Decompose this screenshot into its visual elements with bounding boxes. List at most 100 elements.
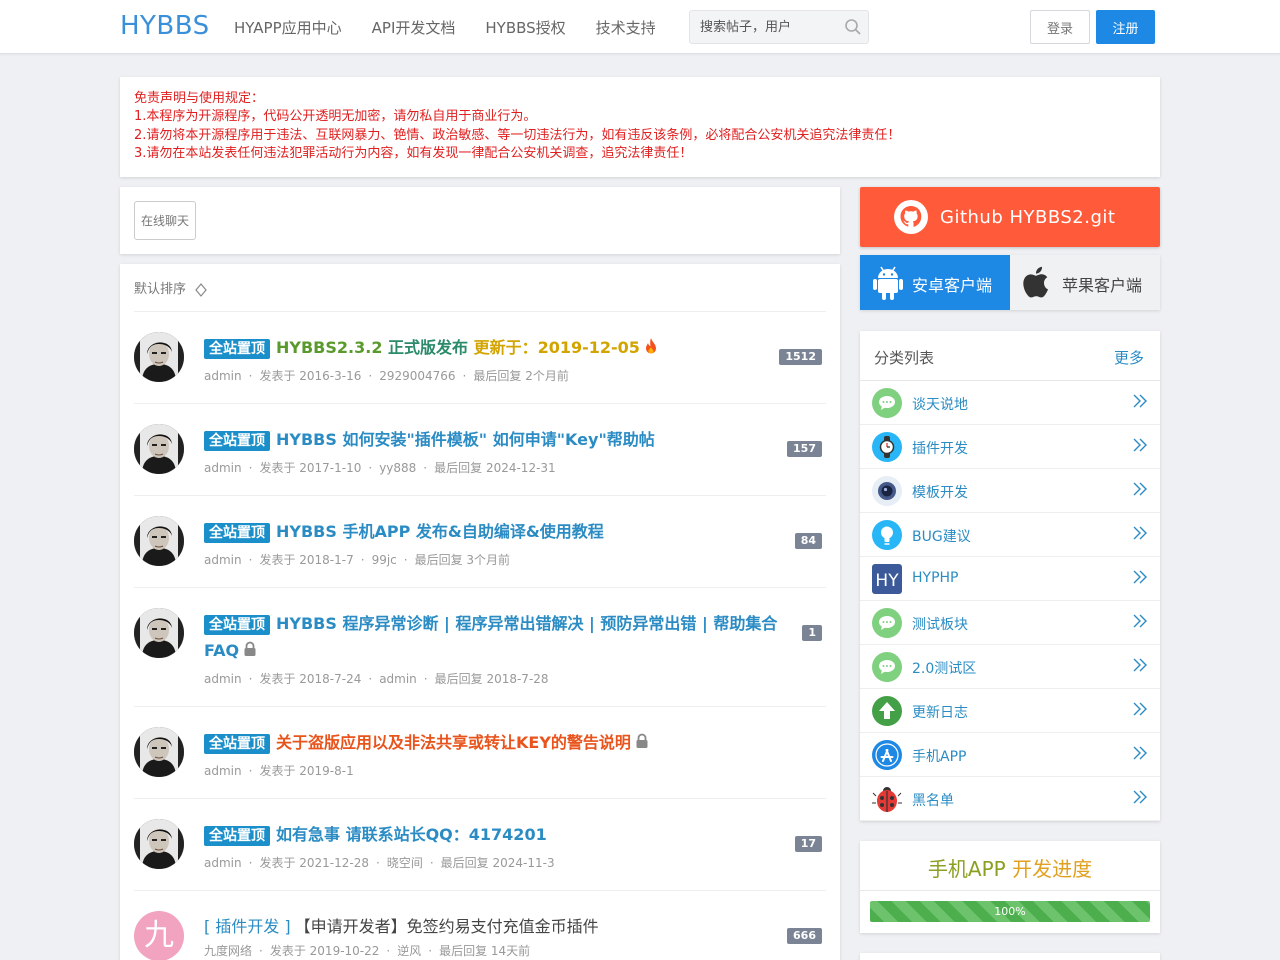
post-title-text[interactable]: HYBBS 程序异常诊断 | 程序异常出错解决 | 预防异常出错 | 帮助集合F… [204, 614, 777, 660]
nav-license[interactable]: HYBBS授权 [485, 17, 565, 38]
category-arrow[interactable] [1132, 789, 1148, 809]
post-author[interactable]: admin [204, 672, 242, 686]
post-title-text[interactable]: 【申请开发者】免签约易支付充值金币插件 [295, 917, 599, 936]
sort-label[interactable]: 默认排序 [134, 282, 186, 297]
last-reply-user[interactable]: yy888 [379, 461, 416, 475]
pinned-badge[interactable]: 全站置顶 [204, 734, 270, 754]
category-arrow[interactable] [1132, 701, 1148, 721]
last-reply-user[interactable]: 逆风 [397, 944, 421, 958]
site-logo[interactable]: HYBBS [120, 11, 210, 41]
nav-api-docs[interactable]: API开发文档 [372, 17, 456, 38]
pinned-badge[interactable]: 全站置顶 [204, 431, 270, 451]
category-arrow[interactable] [1132, 437, 1148, 457]
post-date: 发表于 2021-12-28 [259, 856, 369, 870]
post-author-avatar[interactable] [134, 424, 184, 474]
category-arrow[interactable] [1132, 525, 1148, 545]
login-button[interactable]: 登录 [1030, 10, 1090, 44]
category-label[interactable]: BUG建议 [912, 526, 971, 546]
category-item[interactable]: HY HYPHP [860, 557, 1160, 601]
last-reply-user[interactable]: 2929004766 [379, 369, 455, 383]
ios-client-button[interactable]: 苹果客户端 [1010, 255, 1160, 310]
category-label[interactable]: HYPHP [912, 570, 959, 586]
post-author[interactable]: admin [204, 553, 242, 567]
post-author-avatar[interactable] [134, 608, 184, 658]
post-title-text[interactable]: 更新于：2019-12-05 [474, 338, 640, 357]
category-item[interactable]: 2.0测试区 [860, 645, 1160, 689]
post-title-text[interactable]: 如有急事 请联系站长QQ：4174201 [276, 825, 547, 844]
category-item[interactable]: 更新日志 [860, 689, 1160, 733]
register-button[interactable]: 注册 [1096, 10, 1155, 44]
post-title[interactable]: 全站置顶 HYBBS 程序异常诊断 | 程序异常出错解决 | 预防异常出错 | 帮… [204, 610, 794, 664]
category-arrow[interactable] [1132, 613, 1148, 633]
double-chevron-right-icon [1133, 658, 1147, 672]
post-title[interactable]: 全站置顶 关于盗版应用以及非法共享或转让KEY的警告说明 [204, 729, 794, 756]
double-chevron-right-icon [1133, 438, 1147, 452]
search-input[interactable] [690, 11, 840, 43]
category-arrow[interactable] [1132, 393, 1148, 413]
category-label[interactable]: 2.0测试区 [912, 658, 976, 678]
category-arrow[interactable] [1132, 481, 1148, 501]
search-icon[interactable] [844, 18, 862, 36]
pinned-badge[interactable]: 全站置顶 [204, 615, 270, 635]
category-arrow[interactable] [1132, 745, 1148, 765]
category-label[interactable]: 更新日志 [912, 702, 968, 722]
post-author[interactable]: 九度网络 [204, 944, 252, 958]
post-title-text[interactable]: HYBBS 如何安装"插件模板" 如何申请"Key"帮助帖 [276, 430, 655, 449]
category-item[interactable]: 插件开发 [860, 425, 1160, 469]
nav-hyapp[interactable]: HYAPP应用中心 [234, 17, 342, 38]
post-author-avatar[interactable]: 九 [134, 911, 184, 960]
post-title-text[interactable]: 关于盗版应用以及非法共享或转让KEY的警告说明 [276, 733, 631, 752]
post-title[interactable]: 全站置顶 如有急事 请联系站长QQ：4174201 [204, 821, 794, 848]
post-author-avatar[interactable] [134, 332, 184, 382]
category-label[interactable]: 黑名单 [912, 790, 954, 810]
post-title[interactable]: 全站置顶 HYBBS 手机APP 发布&自助编译&使用教程 [204, 518, 794, 545]
top-navbar: HYBBS HYAPP应用中心 API开发文档 HYBBS授权 技术支持 登录 … [0, 0, 1280, 54]
category-label[interactable]: 测试板块 [912, 614, 968, 634]
post-author-avatar[interactable] [134, 516, 184, 566]
category-label[interactable]: 模板开发 [912, 482, 968, 502]
post-title[interactable]: 全站置顶 HYBBS 如何安装"插件模板" 如何申请"Key"帮助帖 [204, 426, 794, 453]
category-item[interactable]: 测试板块 [860, 601, 1160, 645]
post-date: 发表于 2019-8-1 [259, 764, 354, 778]
category-item[interactable]: 模板开发 [860, 469, 1160, 513]
post-title-text[interactable]: 正式版发布 [388, 338, 474, 357]
category-arrow[interactable] [1132, 569, 1148, 589]
last-reply-time: 最后回复 2024-11-3 [440, 856, 555, 870]
post-item: 全站置顶 关于盗版应用以及非法共享或转让KEY的警告说明 admin · 发表于 201… [134, 707, 826, 799]
post-title-text[interactable]: HYBBS 手机APP 发布&自助编译&使用教程 [276, 522, 604, 541]
post-author[interactable]: admin [204, 764, 242, 778]
online-chat-button[interactable]: 在线聊天 [134, 201, 196, 240]
post-author[interactable]: admin [204, 461, 242, 475]
reply-count-badge: 1512 [779, 349, 822, 365]
post-category[interactable]: [ 插件开发 ] [204, 917, 291, 936]
category-label[interactable]: 手机APP [912, 746, 966, 766]
last-reply-user[interactable]: 99jc [372, 553, 397, 567]
post-author-avatar[interactable] [134, 727, 184, 777]
last-reply-user[interactable]: 晓空间 [387, 856, 423, 870]
last-reply-user[interactable]: admin [379, 672, 417, 686]
watch-icon [872, 432, 902, 462]
post-title-text[interactable]: HYBBS2.3.2 [276, 338, 388, 357]
android-client-button[interactable]: 安卓客户端 [860, 255, 1010, 310]
category-item[interactable]: BUG建议 [860, 513, 1160, 557]
pinned-badge[interactable]: 全站置顶 [204, 523, 270, 543]
post-author-avatar[interactable] [134, 819, 184, 869]
sort-icon[interactable] [194, 282, 208, 297]
double-chevron-right-icon [1133, 746, 1147, 760]
pinned-badge[interactable]: 全站置顶 [204, 826, 270, 846]
category-item[interactable]: 黑名单 [860, 777, 1160, 821]
github-button[interactable]: Github HYBBS2.git [860, 187, 1160, 247]
category-label[interactable]: 插件开发 [912, 438, 968, 458]
pinned-badge[interactable]: 全站置顶 [204, 339, 270, 359]
category-more-link[interactable]: 更多 [1114, 347, 1144, 368]
category-arrow[interactable] [1132, 657, 1148, 677]
post-title[interactable]: 全站置顶 HYBBS2.3.2 正式版发布 更新于：2019-12-05 [204, 334, 794, 361]
app-progress-panel: 手机APP 开发进度 100% [860, 841, 1160, 933]
nav-support[interactable]: 技术支持 [596, 17, 656, 38]
post-author[interactable]: admin [204, 856, 242, 870]
category-item[interactable]: 手机APP [860, 733, 1160, 777]
category-label[interactable]: 谈天说地 [912, 394, 968, 414]
post-author[interactable]: admin [204, 369, 242, 383]
category-item[interactable]: 谈天说地 [860, 381, 1160, 425]
post-title[interactable]: [ 插件开发 ] 【申请开发者】免签约易支付充值金币插件 [204, 913, 794, 940]
